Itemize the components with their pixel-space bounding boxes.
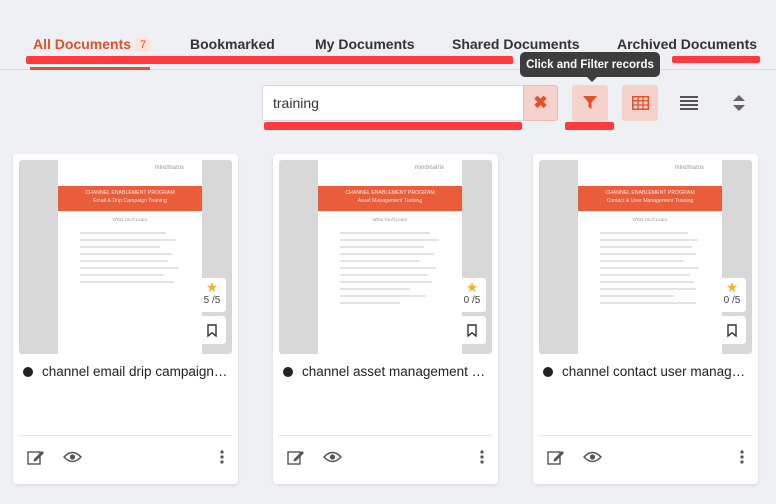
view-button[interactable] (321, 448, 343, 466)
edit-button[interactable] (545, 448, 567, 466)
tab-my-documents[interactable]: My Documents (315, 36, 415, 52)
preview-subheading: What You'll Learn (112, 217, 148, 222)
document-title[interactable]: channel asset management tr... (283, 364, 488, 379)
edit-button[interactable] (25, 448, 47, 466)
clear-search-button[interactable]: ✖ (523, 85, 558, 121)
view-button[interactable] (61, 448, 83, 466)
annotation-mark-search (264, 122, 522, 130)
bookmark-button[interactable] (198, 316, 226, 344)
preview-banner: CHANNEL ENABLEMENT PROGRAM Contact & User… (578, 186, 722, 211)
eye-icon (582, 451, 602, 463)
rating-badge[interactable]: ★ 0 /5 (718, 278, 746, 312)
bookmark-button[interactable] (718, 316, 746, 344)
preview-subheading: What You'll Learn (372, 217, 408, 222)
bookmark-icon (727, 323, 737, 337)
document-card[interactable]: mindmatrix CHANNEL ENABLEMENT PROGRAM Ema… (13, 154, 238, 484)
list-view-button[interactable] (671, 85, 707, 121)
star-icon: ★ (465, 279, 479, 295)
rating-badge[interactable]: ★ 0 /5 (458, 278, 486, 312)
document-preview: mindmatrix CHANNEL ENABLEMENT PROGRAM Ass… (318, 160, 462, 354)
bookmark-icon (467, 323, 477, 337)
filter-tooltip: Click and Filter records (520, 52, 660, 82)
filter-icon (583, 96, 597, 109)
edit-icon (287, 451, 304, 465)
document-card[interactable]: mindmatrix CHANNEL ENABLEMENT PROGRAM Con… (533, 154, 758, 484)
annotation-mark-tabs (26, 56, 513, 64)
annotation-mark-filter (565, 122, 614, 130)
more-options-button[interactable] (211, 448, 233, 466)
bookmark-button[interactable] (458, 316, 486, 344)
document-preview: mindmatrix CHANNEL ENABLEMENT PROGRAM Ema… (58, 160, 202, 354)
filter-button[interactable] (572, 85, 608, 121)
more-options-button[interactable] (731, 448, 753, 466)
rating-score: 0 /5 (723, 295, 741, 306)
active-tab-indicator (30, 67, 150, 70)
sort-icon (733, 95, 745, 111)
preview-banner: CHANNEL ENABLEMENT PROGRAM Email & Drip C… (58, 186, 202, 211)
grid-view-button[interactable] (622, 85, 658, 121)
star-icon: ★ (205, 279, 219, 295)
preview-banner: CHANNEL ENABLEMENT PROGRAM Asset Manageme… (318, 186, 462, 211)
status-dot (23, 367, 33, 377)
edit-button[interactable] (285, 448, 307, 466)
document-thumbnail[interactable]: mindmatrix CHANNEL ENABLEMENT PROGRAM Con… (539, 160, 752, 354)
star-icon: ★ (725, 279, 739, 295)
tab-shared-documents[interactable]: Shared Documents (452, 36, 580, 52)
document-thumbnail[interactable]: mindmatrix CHANNEL ENABLEMENT PROGRAM Ass… (279, 160, 492, 354)
status-dot (283, 367, 293, 377)
card-divider (19, 435, 232, 436)
rating-score: 5 /5 (203, 295, 221, 306)
status-dot (543, 367, 553, 377)
rating-score: 0 /5 (463, 295, 481, 306)
sort-button[interactable] (721, 85, 757, 121)
annotation-mark-archived (672, 56, 760, 63)
tab-all-documents[interactable]: All Documents 7 (33, 36, 152, 52)
document-preview: mindmatrix CHANNEL ENABLEMENT PROGRAM Con… (578, 160, 722, 354)
preview-logo: mindmatrix (154, 165, 184, 171)
kebab-menu-icon (220, 450, 224, 464)
tab-bookmarked[interactable]: Bookmarked (190, 36, 275, 52)
view-button[interactable] (581, 448, 603, 466)
preview-logo: mindmatrix (674, 165, 704, 171)
rating-badge[interactable]: ★ 5 /5 (198, 278, 226, 312)
kebab-menu-icon (480, 450, 484, 464)
document-title[interactable]: channel email drip campaign ... (23, 364, 228, 379)
bookmark-icon (207, 323, 217, 337)
preview-subheading: What You'll Learn (632, 217, 668, 222)
card-divider (279, 435, 492, 436)
count-badge: 7 (135, 38, 152, 52)
tab-archived-documents[interactable]: Archived Documents (617, 36, 757, 52)
document-title[interactable]: channel contact user manage... (543, 364, 748, 379)
edit-icon (547, 451, 564, 465)
tooltip-text: Click and Filter records (526, 58, 654, 71)
list-view-icon (680, 96, 698, 110)
edit-icon (27, 451, 44, 465)
document-card[interactable]: mindmatrix CHANNEL ENABLEMENT PROGRAM Ass… (273, 154, 498, 484)
search-input[interactable] (262, 85, 524, 121)
document-thumbnail[interactable]: mindmatrix CHANNEL ENABLEMENT PROGRAM Ema… (19, 160, 232, 354)
more-options-button[interactable] (471, 448, 493, 466)
preview-logo: mindmatrix (414, 165, 444, 171)
card-divider (539, 435, 752, 436)
eye-icon (322, 451, 342, 463)
grid-view-icon (631, 96, 649, 110)
eye-icon (62, 451, 82, 463)
close-icon: ✖ (533, 93, 548, 112)
kebab-menu-icon (740, 450, 744, 464)
tab-label: All Documents (33, 36, 132, 52)
